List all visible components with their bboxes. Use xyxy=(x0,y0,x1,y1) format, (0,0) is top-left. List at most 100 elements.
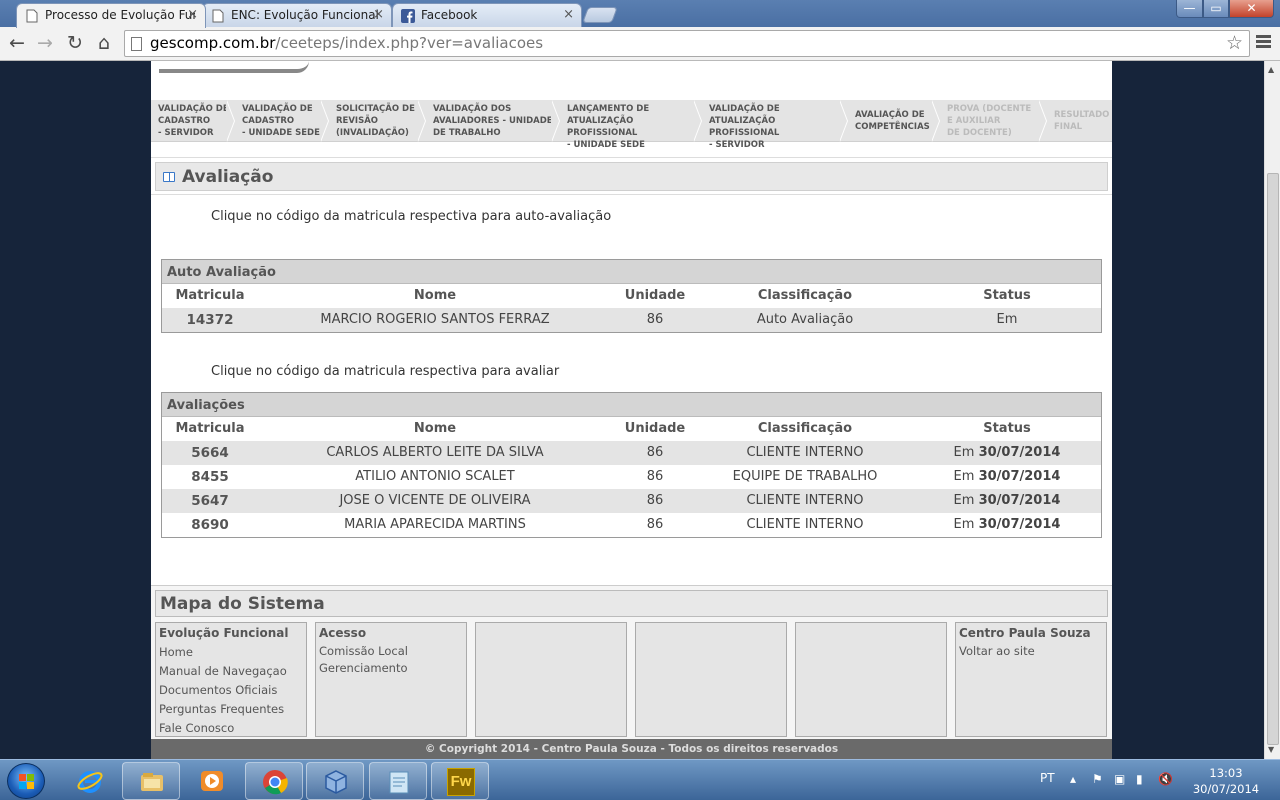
language-indicator[interactable]: PT xyxy=(1040,771,1055,785)
system-clock[interactable]: 13:03 30/07/2014 xyxy=(1190,765,1262,797)
close-window-button[interactable]: ✕ xyxy=(1229,0,1274,18)
bookmark-star-icon[interactable]: ☆ xyxy=(1226,32,1243,54)
site-map-link-gerenciamento[interactable]: Gerenciamento xyxy=(319,660,463,677)
tab-enc-evolucao[interactable]: ENC: Evolução Funcional × xyxy=(202,3,392,27)
network-signal-icon[interactable]: ▮ xyxy=(1136,772,1143,786)
site-map-link-fale-conosco[interactable]: Fale Conosco xyxy=(159,719,303,738)
matricula-link[interactable]: 8690 xyxy=(162,517,258,533)
step-validacao-cadastro-unidade[interactable]: VALIDAÇÃO DE CADASTRO - UNIDADE SEDE xyxy=(235,100,329,142)
tab-label: Processo de Evolução Fun xyxy=(45,8,195,22)
chrome-icon xyxy=(263,770,288,795)
action-center-flag-icon[interactable]: ⚑ xyxy=(1092,772,1103,786)
matricula-link[interactable]: 8455 xyxy=(162,469,258,485)
matricula-link[interactable]: 5664 xyxy=(162,445,258,461)
column-header-classificacao: Classificação xyxy=(757,421,853,436)
column-header-nome: Nome xyxy=(413,288,457,303)
site-map-link-documentos[interactable]: Documentos Oficiais xyxy=(159,681,303,700)
taskbar-file-explorer[interactable] xyxy=(122,762,180,800)
taskbar-notepad[interactable] xyxy=(369,762,427,800)
windows-logo-icon xyxy=(19,774,34,789)
status-text: Em xyxy=(953,469,975,484)
show-hidden-icons-icon[interactable]: ▴ xyxy=(1070,772,1076,786)
taskbar-media-player[interactable] xyxy=(183,762,241,800)
maximize-button[interactable]: ▭ xyxy=(1203,0,1229,18)
taskbar-fireworks[interactable]: Fw xyxy=(431,762,489,800)
volume-muted-icon[interactable]: 🔇 xyxy=(1158,772,1173,786)
home-button[interactable]: ⌂ xyxy=(91,31,117,57)
step-separator xyxy=(320,100,328,142)
step-label-line: DE TRABALHO xyxy=(433,128,501,138)
back-button[interactable]: ← xyxy=(4,31,30,57)
tab-processo-evolucao[interactable]: Processo de Evolução Fun × xyxy=(16,3,206,28)
step-label-line: E AUXILIAR xyxy=(947,116,1001,126)
step-label-line: VALIDAÇÃO DE xyxy=(709,104,780,114)
tab-close-icon[interactable]: × xyxy=(563,4,574,26)
table-row: 5647 JOSE O VICENTE DE OLIVEIRA 86 CLIEN… xyxy=(162,489,1101,513)
tab-label: ENC: Evolução Funcional xyxy=(231,8,379,22)
reload-button[interactable]: ↻ xyxy=(62,31,88,57)
site-map-column-empty xyxy=(635,622,787,737)
url-text[interactable]: gescomp.com.br/ceeteps/index.php?ver=ava… xyxy=(150,34,543,52)
column-header-status: Status xyxy=(983,421,1031,436)
step-avaliacao-competencias[interactable]: AVALIAÇÃO DE COMPETÊNCIAS xyxy=(848,100,940,142)
classificacao-cell: CLIENTE INTERNO xyxy=(746,445,864,460)
site-map-link-home[interactable]: Home xyxy=(159,643,303,662)
browser-toolbar: ← → ↻ ⌂ gescomp.com.br/ceeteps/index.php… xyxy=(0,27,1280,61)
new-tab-button[interactable] xyxy=(582,7,618,23)
book-icon xyxy=(163,172,175,182)
site-map-link-manual[interactable]: Manual de Navegaçao xyxy=(159,662,303,681)
step-validacao-cadastro-servidor[interactable]: VALIDAÇÃO DE CADASTRO - SERVIDOR xyxy=(151,100,235,142)
step-separator xyxy=(551,100,559,142)
status-cell: Em 30/07/2014 xyxy=(912,493,1102,508)
site-map-link-perguntas[interactable]: Perguntas Frequentes xyxy=(159,700,303,719)
taskbar-virtualbox[interactable] xyxy=(306,762,364,800)
scroll-down-icon[interactable]: ▼ xyxy=(1268,745,1274,754)
copyright-footer: © Copyright 2014 - Centro Paula Souza - … xyxy=(151,739,1112,759)
site-map-heading: Evolução Funcional xyxy=(159,626,289,640)
site-map-link-comissao[interactable]: Comissão Local xyxy=(319,643,463,660)
step-separator xyxy=(839,100,847,142)
step-validacao-avaliadores[interactable]: VALIDAÇÃO DOS AVALIADORES - UNIDADE DE TRA… xyxy=(426,100,560,142)
page-icon xyxy=(212,9,224,23)
unidade-cell: 86 xyxy=(646,517,664,532)
address-bar[interactable]: gescomp.com.br/ceeteps/index.php?ver=ava… xyxy=(124,30,1250,57)
step-separator xyxy=(1038,100,1046,142)
status-cell: Em 30/07/2014 xyxy=(912,517,1102,532)
step-label-line: - UNIDADE SEDE xyxy=(567,140,645,150)
step-lancamento-atualizacao[interactable]: LANÇAMENTO DE ATUALIZAÇÃO PROFISSIONAL - U… xyxy=(560,100,702,150)
page-viewport: VALIDAÇÃO DE CADASTRO - SERVIDOR VALIDAÇÃO… xyxy=(0,61,1264,759)
table-row: 8455 ATILIO ANTONIO SCALET 86 EQUIPE DE … xyxy=(162,465,1101,489)
tab-facebook[interactable]: Facebook × xyxy=(392,3,582,27)
table-header-row: Matricula Nome Unidade Classificação Sta… xyxy=(162,284,1101,308)
step-validacao-atualizacao-servidor[interactable]: VALIDAÇÃO DE ATUALIZAÇÃO PROFISSIONAL - SE… xyxy=(702,100,848,150)
step-label-line: VALIDAÇÃO DE xyxy=(242,104,313,114)
taskbar-internet-explorer[interactable] xyxy=(61,762,119,800)
site-map-link-voltar[interactable]: Voltar ao site xyxy=(959,643,1103,660)
step-label-line: - SERVIDOR xyxy=(158,128,214,138)
page-scrollbar[interactable]: ▲ ▼ xyxy=(1264,61,1280,759)
table-header-row: Matricula Nome Unidade Classificação Sta… xyxy=(162,417,1101,441)
taskbar-chrome[interactable] xyxy=(245,762,303,800)
tab-close-icon[interactable]: × xyxy=(187,4,198,26)
media-player-icon xyxy=(201,771,223,791)
minimize-button[interactable]: — xyxy=(1176,0,1203,18)
matricula-link[interactable]: 5647 xyxy=(162,493,258,509)
start-button[interactable] xyxy=(7,763,45,799)
table-caption: Auto Avaliação xyxy=(162,260,1101,284)
step-solicitacao-revisao[interactable]: SOLICITAÇÃO DE REVISÃO (INVALIDAÇÃO) xyxy=(329,100,426,142)
matricula-link[interactable]: 14372 xyxy=(162,312,258,328)
scrollbar-thumb[interactable] xyxy=(1267,173,1279,745)
forward-button[interactable]: → xyxy=(32,31,58,57)
step-label-line: FINAL xyxy=(1054,122,1083,132)
step-label-line: CADASTRO xyxy=(242,116,295,126)
site-map: Mapa do Sistema Evolução Funcional Home … xyxy=(151,585,1112,739)
tab-close-icon[interactable]: × xyxy=(373,4,384,26)
browser-title-bar: Processo de Evolução Fun × ENC: Evolução… xyxy=(0,0,1280,28)
scroll-up-icon[interactable]: ▲ xyxy=(1268,65,1274,74)
avaliacoes-table: Avaliações Matricula Nome Unidade Classi… xyxy=(161,392,1102,538)
table-row: 8690 MARIA APARECIDA MARTINS 86 CLIENTE … xyxy=(162,513,1101,537)
site-map-column-centro-paula-souza: Centro Paula Souza Voltar ao site xyxy=(955,622,1107,737)
step-label-line: AVALIAÇÃO DE xyxy=(855,110,925,120)
chrome-menu-button[interactable] xyxy=(1255,33,1273,53)
device-icon[interactable]: ▣ xyxy=(1114,772,1125,786)
